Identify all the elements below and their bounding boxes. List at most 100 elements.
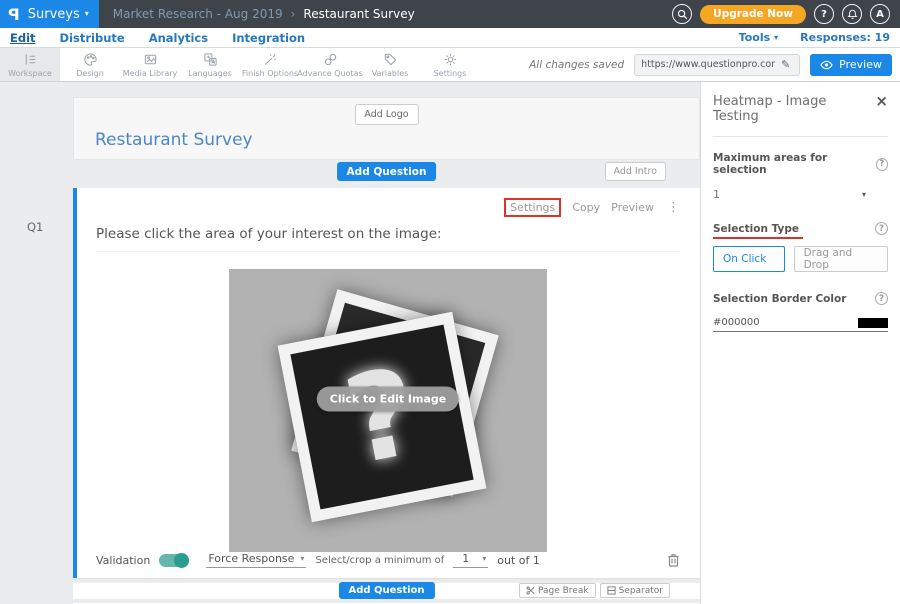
autosave-status: All changes saved [529,59,624,71]
responses-count[interactable]: Responses: 19 [800,31,890,44]
page-break-label: Page Break [538,586,589,596]
translate-icon [203,52,218,67]
breadcrumb-separator-icon: › [291,7,296,21]
add-intro-button[interactable]: Add Intro [605,162,666,181]
toolbar-item-advance-quotas[interactable]: Advance Quotas [300,48,360,81]
chevron-down-icon: ▾ [85,10,89,18]
page-break-button[interactable]: Page Break [519,583,596,598]
tools-menu-label: Tools [739,31,770,44]
toolbar-item-label: Advance Quotas [297,69,362,78]
max-areas-select[interactable]: 1 ▾ [713,188,888,201]
border-color-value[interactable]: #000000 [713,317,760,328]
toolbar-item-label: Design [76,69,104,78]
preview-button-label: Preview [839,58,882,71]
selection-type-buttons: On Click Drag and Drop [713,246,888,272]
validation-row: Validation Force Response ▾ Select/crop … [96,552,680,568]
tools-menu[interactable]: Tools ▾ [739,31,779,44]
max-areas-value: 1 [713,188,720,201]
toolbar-item-settings[interactable]: Settings [420,48,480,81]
selection-type-label: Selection Type [713,223,799,235]
question-card: Settings Copy Preview ⋮ Please click the… [73,188,700,578]
notifications-button[interactable] [842,4,862,24]
border-color-label: Selection Border Color [713,293,846,305]
bell-icon [847,9,858,20]
validation-toggle[interactable] [159,554,189,567]
annotation-red-underline [713,237,803,239]
toolbar-item-workspace[interactable]: Workspace [0,48,60,81]
minimum-select-label: Select/crop a minimum of [315,555,444,566]
minimum-value-select[interactable]: 1 ▾ [453,552,488,568]
content-area: Q1 Add Logo Restaurant Survey Add Questi… [0,82,900,604]
app-logo-block[interactable]: P Surveys ▾ [0,0,99,28]
magic-wand-icon [263,52,278,67]
toolbar-item-media-library[interactable]: Media Library [120,48,180,81]
tag-icon [383,52,398,67]
panel-title: Heatmap - Image Testing [713,94,875,124]
question-preview-button[interactable]: Preview [611,201,654,214]
survey-canvas: Q1 Add Logo Restaurant Survey Add Questi… [0,82,700,604]
separator-button[interactable]: Separator [600,583,670,598]
gear-icon [443,52,458,67]
toggle-knob [174,553,189,568]
force-response-select[interactable]: Force Response ▾ [206,552,306,568]
help-icon[interactable]: ? [876,158,888,171]
toolbar-item-design[interactable]: Design [60,48,120,81]
chevron-down-icon: ▾ [300,555,304,563]
separator-icon [607,586,616,595]
upgrade-now-button[interactable]: Upgrade Now [700,5,806,24]
delete-question-button[interactable] [667,553,680,567]
preview-button[interactable]: Preview [810,54,892,76]
toolbar-item-variables[interactable]: Variables [360,48,420,81]
trash-icon [667,553,680,567]
palette-icon [83,52,98,67]
selection-type-label-row: Selection Type ? [713,222,888,235]
force-response-value: Force Response [208,552,294,565]
image-icon [143,52,158,67]
toolbar-item-label: Media Library [123,69,178,78]
question-icon: ? [821,9,827,20]
account-avatar[interactable]: A [870,4,890,24]
help-icon[interactable]: ? [875,222,888,235]
help-icon[interactable]: ? [875,292,888,305]
add-question-row: Add Question Add Intro [73,162,700,182]
survey-title[interactable]: Restaurant Survey [95,130,253,150]
surveys-menu[interactable]: Surveys ▾ [28,7,89,22]
tab-distribute[interactable]: Distribute [60,31,125,45]
color-swatch[interactable] [858,318,888,328]
toolbar-item-label: Languages [188,69,232,78]
question-copy-button[interactable]: Copy [572,201,600,214]
click-to-edit-image-button[interactable]: Click to Edit Image [317,387,459,412]
nav-items: Edit Distribute Analytics Integration [10,31,305,45]
kebab-menu-icon[interactable]: ⋮ [667,200,680,215]
toolbar-item-languages[interactable]: Languages [180,48,240,81]
drag-and-drop-option[interactable]: Drag and Drop [794,246,888,272]
tab-integration[interactable]: Integration [232,31,305,45]
toolbar-right: All changes saved ✎ Preview [529,48,900,81]
tab-analytics[interactable]: Analytics [149,31,208,45]
on-click-option[interactable]: On Click [713,246,785,272]
surveys-menu-label: Surveys [28,7,80,22]
search-icon [677,9,688,20]
scissors-icon [526,586,535,595]
nav-bar: Edit Distribute Analytics Integration To… [0,28,900,48]
survey-url-input[interactable] [641,59,775,70]
editor-toolbar: Workspace Design Media Library Languages… [0,48,900,82]
add-logo-button[interactable]: Add Logo [354,104,418,125]
add-question-button-top[interactable]: Add Question [337,162,437,181]
edit-url-pencil-icon[interactable]: ✎ [781,58,790,71]
help-button[interactable]: ? [814,4,834,24]
breadcrumb-parent[interactable]: Market Research - Aug 2019 [113,7,283,21]
question-settings-panel: Heatmap - Image Testing × Maximum areas … [700,82,900,604]
close-icon[interactable]: × [875,94,888,109]
search-button[interactable] [672,4,692,24]
question-index-label: Q1 [27,220,43,234]
question-text[interactable]: Please click the area of your interest o… [96,226,680,252]
question-settings-button[interactable]: Settings [504,198,561,217]
top-bar: P Surveys ▾ Market Research - Aug 2019 ›… [0,0,900,28]
chevron-down-icon: ▾ [862,191,866,199]
add-question-button-bottom[interactable]: Add Question [338,582,434,599]
toolbar-item-finish-options[interactable]: Finish Options [240,48,300,81]
tab-edit[interactable]: Edit [10,31,36,45]
heatmap-image-placeholder[interactable]: ? Click to Edit Image [229,269,547,552]
selection-type-label-text: Selection Type [713,223,799,235]
